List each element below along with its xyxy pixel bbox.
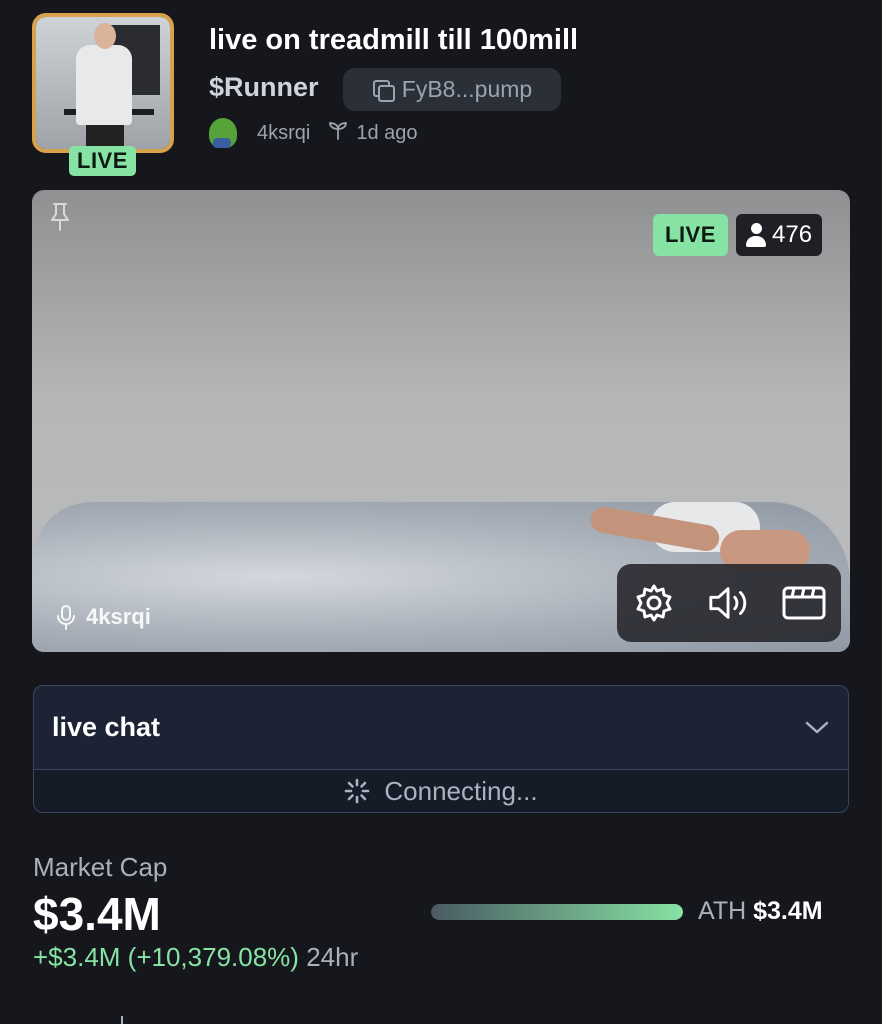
creator-row: 4ksrqi 1d ago [209,117,418,149]
thumbnail-person [76,45,132,125]
thumbnail-live-badge: LIVE [69,146,136,176]
ath-label: ATH [698,897,747,925]
live-chat-header[interactable]: live chat [34,686,848,770]
spinner-icon [345,778,370,804]
viewer-count-badge: 476 [736,214,823,256]
clip-button[interactable] [782,581,826,625]
streamer-name: 4ksrqi [86,604,151,629]
streamer-tag: 4ksrqi [56,604,151,630]
stream-title: live on treadmill till 100mill [209,24,579,56]
clapperboard-icon [782,586,826,620]
chevron-down-icon[interactable] [804,720,830,736]
market-cap-change: +$3.4M (+10,379.08%) 24hr [33,942,358,973]
sprout-icon [328,120,348,146]
player-controls [617,564,841,642]
viewer-count: 476 [772,221,813,248]
token-ticker: $Runner [209,72,319,102]
ath-info: ATH $3.4M [698,897,823,926]
market-cap-change-value: +$3.4M (+10,379.08%) [33,942,299,972]
person-icon [746,223,766,247]
stream-age: 1d ago [356,121,418,144]
contract-address: FyB8...pump [401,76,533,102]
live-badge: LIVE [653,214,728,256]
chat-status-text: Connecting... [384,775,538,806]
settings-button[interactable] [632,581,676,625]
gear-icon [636,584,672,622]
market-cap-change-period: 24hr [306,942,359,972]
copy-icon [372,79,395,102]
copy-contract-button[interactable]: FyB8...pump [343,68,561,111]
ath-progress-fill [431,904,683,920]
volume-button[interactable] [707,581,751,625]
pin-icon[interactable] [48,202,72,232]
speaker-icon [709,587,747,619]
creator-name[interactable]: 4ksrqi [257,122,310,145]
live-chat-title: live chat [52,712,161,742]
market-cap-label: Market Cap [33,852,168,882]
thumbnail-head [94,23,116,49]
stream-thumbnail[interactable] [32,13,174,153]
ath-progress-bar [431,904,683,920]
ath-value: $3.4M [753,897,823,925]
live-chat-panel: live chat Connecting... [33,685,849,813]
creator-avatar[interactable] [209,118,237,148]
video-player[interactable]: LIVE 476 4ksrqi [32,190,850,652]
chat-connection-status: Connecting... [34,770,848,812]
market-cap-value: $3.4M [33,888,161,940]
divider-tick [121,1016,123,1024]
microphone-icon [57,605,75,630]
